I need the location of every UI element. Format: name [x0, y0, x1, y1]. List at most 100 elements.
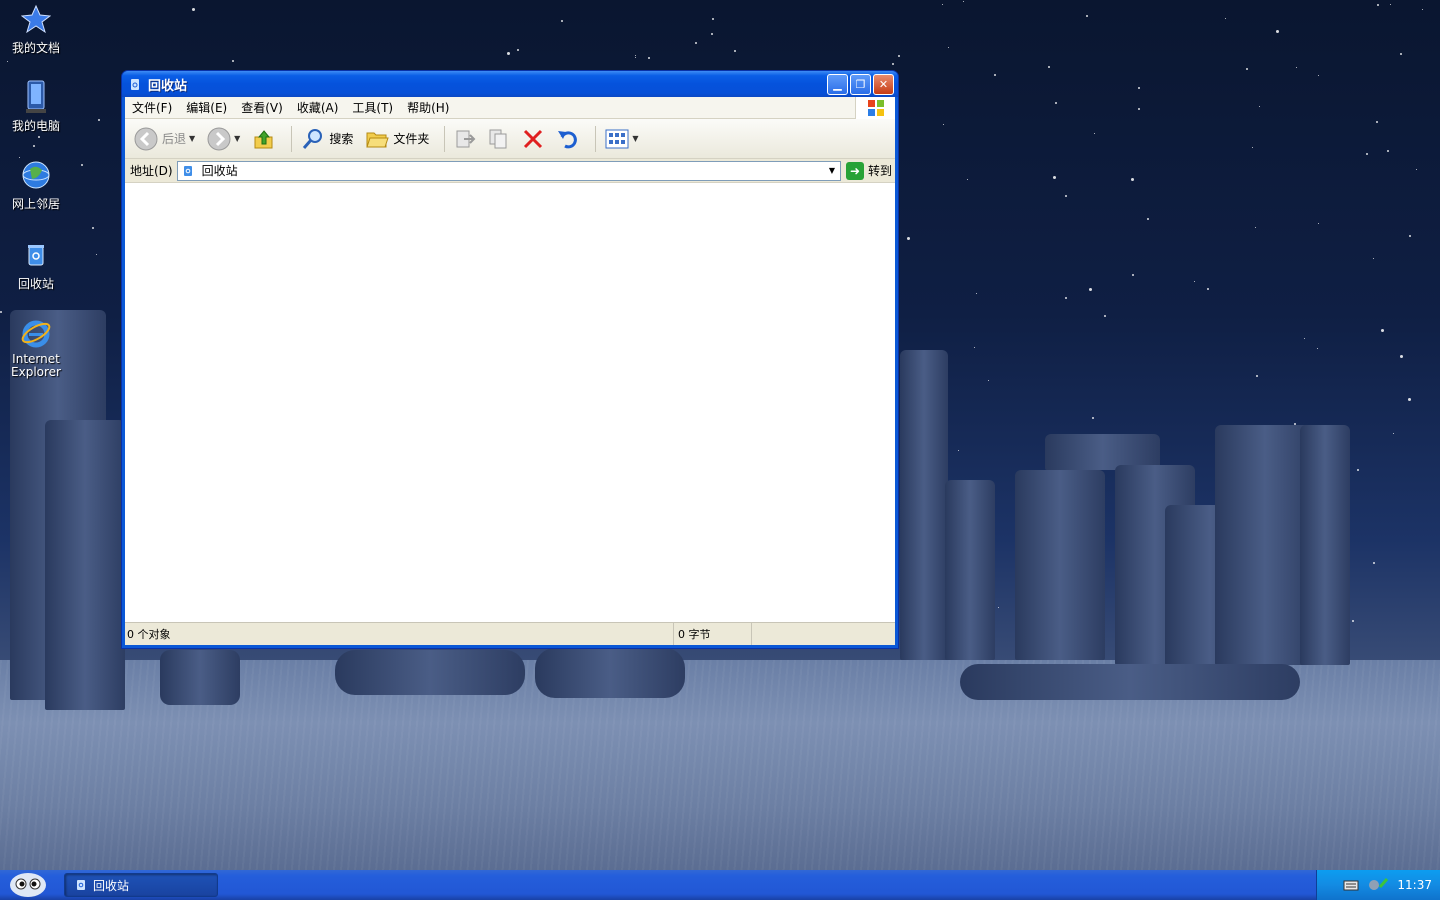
star [988, 380, 989, 381]
menu-help[interactable]: 帮助(H) [400, 97, 456, 119]
chevron-down-icon[interactable]: ▼ [824, 162, 840, 180]
star [1318, 223, 1319, 224]
star [1259, 106, 1260, 107]
copy-to-icon [489, 129, 507, 148]
minimize-button[interactable]: ▁ [827, 73, 848, 95]
address-label: 地址(D) [130, 164, 173, 178]
recycle-bin-icon [19, 238, 53, 272]
status-bar: 0 个对象 0 字节 [125, 623, 895, 645]
star [1422, 9, 1423, 10]
star [92, 227, 94, 229]
chevron-down-icon[interactable]: ▼ [189, 134, 195, 143]
star [712, 18, 714, 20]
star [38, 136, 40, 138]
wallpaper-stone [45, 420, 125, 710]
star [1366, 153, 1368, 155]
chevron-down-icon[interactable]: ▼ [234, 134, 240, 143]
views-button[interactable]: ▼ [602, 123, 641, 155]
window-title: 回收站 [148, 78, 188, 94]
star [192, 8, 195, 11]
star [998, 607, 999, 608]
wallpaper-stone [160, 650, 240, 705]
star [695, 42, 697, 44]
back-label: 后退 [162, 132, 187, 146]
desktop-icon-recycle-bin[interactable]: 回收站 [0, 238, 72, 292]
start-logo-icon [10, 873, 46, 897]
menu-view[interactable]: 查看(V) [234, 97, 290, 119]
copy-to-button[interactable] [485, 123, 513, 155]
folders-button[interactable]: 文件夹 [362, 123, 432, 155]
star [1318, 75, 1319, 76]
star [1381, 329, 1384, 332]
star [711, 33, 713, 35]
star [1377, 4, 1379, 6]
star [974, 347, 975, 348]
star [507, 52, 510, 55]
recycle-bin-icon [131, 79, 139, 90]
undo-button[interactable] [553, 123, 583, 155]
up-folder-button[interactable] [249, 123, 279, 155]
folders-label: 文件夹 [393, 132, 430, 146]
star [0, 311, 2, 313]
desktop-icon-label: 我的文档 [11, 41, 60, 55]
menu-tools[interactable]: 工具(T) [345, 97, 400, 119]
file-list-area[interactable] [125, 183, 895, 623]
address-value: 回收站 [201, 164, 238, 178]
menu-edit[interactable]: 编辑(E) [179, 97, 234, 119]
move-to-button[interactable] [451, 123, 479, 155]
star [33, 145, 35, 147]
go-button[interactable]: ➜ 转到 [845, 161, 892, 180]
star [1065, 195, 1067, 197]
search-icon [303, 128, 323, 149]
star [907, 237, 910, 240]
star [967, 179, 968, 180]
delete-button[interactable] [519, 123, 547, 155]
restore-icon: ❐ [855, 77, 866, 91]
address-bar: 地址(D) 回收站 ▼ ➜ 转到 [125, 159, 895, 183]
clock[interactable]: 11:37 [1397, 878, 1432, 892]
back-button[interactable]: 后退 ▼ [131, 123, 198, 155]
network-icon [19, 158, 53, 192]
move-to-icon [456, 130, 476, 147]
star [635, 55, 636, 56]
star [1092, 417, 1094, 419]
desktop-icon-my-documents[interactable]: 我的文档 [0, 2, 72, 56]
star [648, 57, 650, 59]
star [1053, 176, 1056, 179]
forward-button[interactable]: ▼ [204, 123, 243, 155]
toolbar-separator [595, 125, 597, 152]
desktop-icon-internet-explorer[interactable]: Internet Explorer [0, 316, 72, 379]
toolbar-separator [291, 125, 293, 152]
star [1317, 348, 1318, 349]
keyboard-icon[interactable] [1343, 879, 1359, 891]
desktop-icon-my-computer[interactable]: 我的电脑 [0, 80, 72, 134]
address-input[interactable]: 回收站 ▼ [176, 160, 841, 181]
menu-file[interactable]: 文件(F) [125, 97, 179, 119]
close-button[interactable]: ✕ [873, 73, 894, 95]
start-button[interactable] [0, 870, 56, 900]
star [1094, 133, 1095, 134]
desktop-icon-label: 网上邻居 [11, 197, 60, 211]
star [1089, 288, 1092, 291]
menu-favorites[interactable]: 收藏(A) [290, 97, 346, 119]
desktop-icon-label: 我的电脑 [11, 119, 60, 133]
taskbar-item-label: 回收站 [93, 878, 130, 893]
desktop-icon-network[interactable]: 网上邻居 [0, 158, 72, 212]
star [1408, 398, 1411, 401]
network-tray-icon[interactable] [1367, 877, 1389, 893]
star [994, 74, 996, 76]
star [1373, 258, 1374, 259]
taskbar-item-recycle-bin[interactable]: 回收站 [64, 873, 218, 897]
star [1255, 227, 1256, 228]
search-button[interactable]: 搜索 [298, 123, 356, 155]
star [1393, 433, 1394, 434]
maximize-button[interactable]: ❐ [850, 73, 871, 95]
toolbar-separator [444, 125, 446, 152]
folder-icon [366, 132, 390, 147]
star [734, 50, 736, 52]
window-titlebar[interactable]: 回收站 ▁ ❐ ✕ [122, 71, 898, 97]
star [1246, 68, 1248, 70]
taskbar: 回收站 11:37 [0, 870, 1440, 900]
my-computer-icon [19, 80, 53, 114]
star [948, 47, 949, 48]
